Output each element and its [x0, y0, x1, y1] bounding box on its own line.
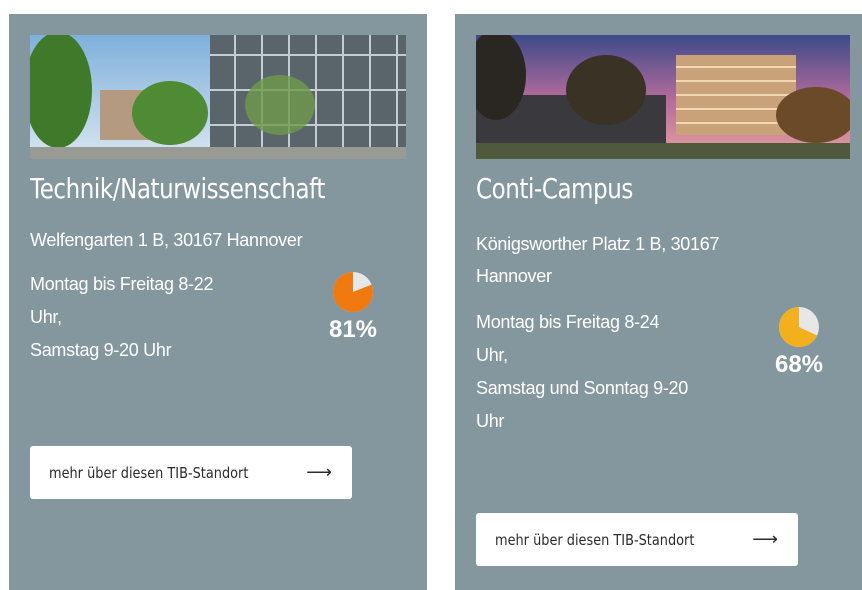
arrow-right-icon: ⟶: [752, 529, 778, 549]
occupancy-percent: 81%: [328, 316, 378, 343]
campus-photo: [30, 35, 406, 159]
arrow-right-icon: ⟶: [306, 462, 332, 482]
hours-line: Montag bis Freitag 8-22: [30, 274, 214, 294]
hours-line: Montag bis Freitag 8-24: [476, 312, 660, 332]
location-card-conti-campus: Conti-Campus Königsworther Platz 1 B, 30…: [455, 14, 862, 590]
hours-line: Samstag und Sonntag 9-20: [476, 378, 688, 398]
hours-line: Uhr,: [476, 345, 508, 365]
more-about-location-button[interactable]: mehr über diesen TIB-Standort ⟶: [476, 513, 798, 566]
opening-hours: Montag bis Freitag 8-24 Uhr, Samstag und…: [476, 306, 688, 438]
more-about-location-button[interactable]: mehr über diesen TIB-Standort ⟶: [30, 446, 352, 499]
location-card-technik: Technik/Naturwissenschaft Welfengarten 1…: [9, 14, 427, 590]
opening-hours: Montag bis Freitag 8-22 Uhr, Samstag 9-2…: [30, 268, 214, 367]
hours-line: Samstag 9-20 Uhr: [30, 340, 172, 360]
address-line: Welfengarten 1 B, 30167 Hannover: [30, 230, 303, 250]
occupancy-pie-icon: [779, 307, 819, 347]
campus-address: Welfengarten 1 B, 30167 Hannover: [30, 224, 303, 256]
occupancy-indicator: 81%: [323, 270, 383, 344]
campus-photo: [476, 35, 850, 159]
address-line: Hannover: [476, 266, 552, 286]
campus-address: Königsworther Platz 1 B, 30167 Hannover: [476, 228, 719, 292]
occupancy-indicator: 68%: [769, 305, 829, 379]
campus-title: Technik/Naturwissenschaft: [30, 172, 326, 205]
occupancy-pie-icon: [333, 272, 373, 312]
button-label: mehr über diesen TIB-Standort: [495, 530, 695, 549]
occupancy-percent: 68%: [774, 351, 824, 378]
hours-line: Uhr,: [30, 307, 62, 327]
button-label: mehr über diesen TIB-Standort: [49, 463, 249, 482]
hours-line: Uhr: [476, 411, 505, 431]
address-line: Königsworther Platz 1 B, 30167: [476, 234, 720, 254]
campus-title: Conti-Campus: [476, 172, 633, 205]
